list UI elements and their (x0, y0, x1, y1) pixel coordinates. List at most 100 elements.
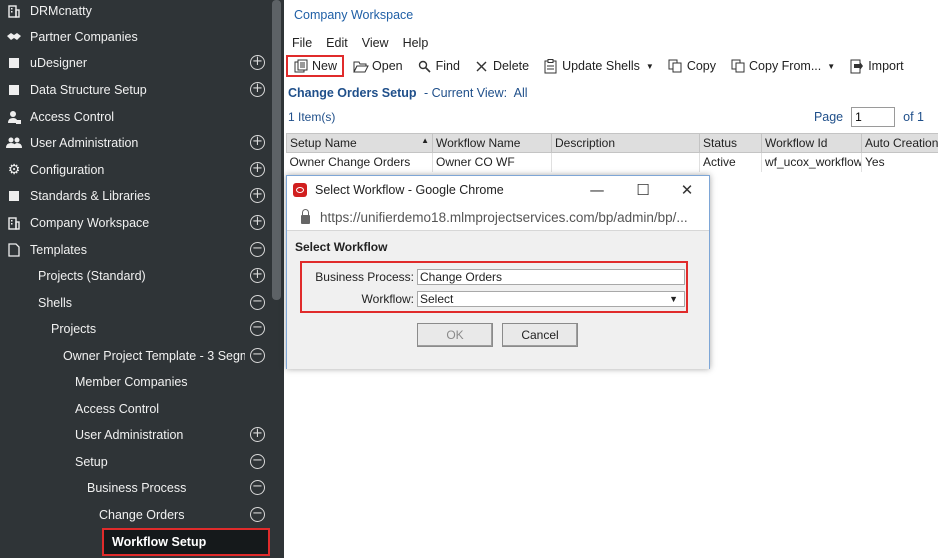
sidebar-item-access-control[interactable]: Access Control (0, 104, 271, 130)
sidebar-scrollbar[interactable] (272, 0, 281, 300)
workflow-select[interactable]: Select ▼ (417, 291, 685, 307)
chevron-down-icon[interactable]: ▼ (827, 62, 835, 71)
business-process-row: Business Process: Change Orders (302, 267, 686, 287)
page-number-input[interactable] (851, 107, 896, 127)
expand-icon[interactable]: + (250, 162, 265, 177)
sidebar-item-label: Workflow Setup (112, 535, 207, 549)
update-shells-label: Update Shells (562, 59, 640, 73)
column-header[interactable]: Status (699, 133, 762, 153)
column-header[interactable]: Workflow Name (432, 133, 552, 153)
document-icon (6, 242, 22, 258)
update-shells-button[interactable]: Update Shells ▼ (538, 55, 659, 77)
sidebar-item-drmcnatty[interactable]: DRMcnatty (0, 0, 271, 24)
sidebar-item-udesigner[interactable]: uDesigner + (0, 50, 271, 76)
sidebar-item-access-control-sub[interactable]: Access Control (0, 396, 271, 422)
sidebar-item-owner-project-template[interactable]: Owner Project Template - 3 Segm... − (0, 343, 271, 369)
collapse-icon[interactable]: − (250, 507, 265, 522)
maximize-button[interactable]: ☐ (629, 180, 657, 200)
search-icon (417, 58, 433, 74)
new-button[interactable]: New (286, 55, 345, 77)
sidebar-item-templates[interactable]: Templates − (0, 237, 271, 263)
menu-edit[interactable]: Edit (326, 36, 348, 50)
dialog-heading: Select Workflow (295, 240, 388, 254)
current-view-value[interactable]: All (514, 86, 528, 100)
dialog-titlebar[interactable]: Select Workflow - Google Chrome — ☐ ✕ (287, 176, 709, 204)
column-header[interactable]: Description (551, 133, 700, 153)
column-header[interactable]: Auto Creation (861, 133, 938, 153)
cell-description (551, 152, 700, 172)
ok-button[interactable]: OK (417, 323, 493, 347)
clipboard-icon (543, 58, 559, 74)
workspace-title[interactable]: Company Workspace (294, 8, 413, 22)
sidebar-item-standards-libraries[interactable]: Standards & Libraries + (0, 183, 271, 209)
expand-icon[interactable]: + (250, 188, 265, 203)
expand-icon[interactable]: + (250, 215, 265, 230)
expand-icon[interactable]: + (250, 268, 265, 283)
grid-header-row: Setup Name ▲ Workflow Name Description St… (286, 133, 938, 153)
workflow-row: Workflow: Select ▼ (302, 289, 686, 309)
sidebar-item-label: User Administration (30, 136, 139, 150)
workflow-form: Business Process: Change Orders Workflow… (300, 261, 688, 313)
sidebar-item-projects[interactable]: Projects − (0, 316, 271, 342)
menu-file[interactable]: File (292, 36, 312, 50)
sidebar-item-label: Change Orders (99, 508, 185, 522)
expand-icon[interactable]: + (250, 55, 265, 70)
cancel-button[interactable]: Cancel (502, 323, 578, 347)
sidebar-item-label: Company Workspace (30, 216, 150, 230)
sidebar-item-setup[interactable]: Setup − (0, 449, 271, 475)
import-button[interactable]: Import (844, 55, 908, 77)
sidebar-item-configuration[interactable]: ⚙ Configuration + (0, 157, 271, 183)
sidebar-item-member-companies[interactable]: Member Companies (0, 369, 271, 395)
gear-icon: ⚙ (7, 162, 21, 178)
page-of-label: of 1 (903, 110, 924, 124)
sidebar-item-change-orders[interactable]: Change Orders − (0, 502, 271, 528)
collapse-icon[interactable]: − (250, 295, 265, 310)
delete-button[interactable]: Delete (469, 55, 534, 77)
collapse-icon[interactable]: − (250, 242, 265, 257)
column-header[interactable]: Workflow Id (761, 133, 862, 153)
sidebar-item-user-administration[interactable]: User Administration + (0, 130, 271, 156)
sidebar-item-shells[interactable]: Shells − (0, 290, 271, 316)
collapse-icon[interactable]: − (250, 480, 265, 495)
pager: Page of 1 (814, 107, 924, 127)
expand-icon[interactable]: + (250, 135, 265, 150)
expand-icon[interactable]: + (250, 427, 265, 442)
sort-ascending-icon[interactable]: ▲ (421, 136, 429, 145)
square-icon (6, 82, 22, 98)
find-label: Find (435, 59, 460, 73)
collapse-icon[interactable]: − (250, 321, 265, 336)
chevron-down-icon[interactable]: ▼ (646, 62, 654, 71)
open-button[interactable]: Open (348, 55, 408, 77)
table-row[interactable]: Owner Change Orders Owner CO WF Active w… (286, 152, 938, 172)
import-icon (849, 58, 865, 74)
column-header[interactable]: Setup Name ▲ (286, 133, 433, 153)
cell-auto-creation: Yes (861, 152, 938, 172)
collapse-icon[interactable]: − (250, 348, 265, 363)
minimize-button[interactable]: — (583, 180, 611, 200)
sidebar-item-data-structure-setup[interactable]: Data Structure Setup + (0, 77, 271, 103)
cell-workflow-name: Owner CO WF (432, 152, 552, 172)
menu-view[interactable]: View (362, 36, 389, 50)
expand-icon[interactable]: + (250, 82, 265, 97)
sidebar-item-projects-standard[interactable]: Projects (Standard) + (0, 263, 271, 289)
sidebar-item-label: Shells (38, 296, 73, 310)
find-button[interactable]: Find (412, 55, 465, 77)
collapse-icon[interactable]: − (250, 454, 265, 469)
sidebar-item-workflow-setup[interactable]: Workflow Setup (102, 528, 270, 556)
sidebar-item-label: Partner Companies (30, 30, 138, 44)
sidebar-item-company-workspace[interactable]: Company Workspace + (0, 210, 271, 236)
copy-from-button[interactable]: Copy From... ▼ (725, 55, 840, 77)
sidebar-item-label: Projects (Standard) (38, 269, 146, 283)
copy-button[interactable]: Copy (663, 55, 721, 77)
browser-app-icon (293, 183, 307, 197)
lock-icon (301, 208, 310, 224)
copy-from-label: Copy From... (749, 59, 822, 73)
sidebar-item-user-administration-sub[interactable]: User Administration + (0, 422, 271, 448)
close-button[interactable]: ✕ (673, 180, 701, 200)
sidebar-item-business-process[interactable]: Business Process − (0, 475, 271, 501)
menu-help[interactable]: Help (403, 36, 429, 50)
dialog-body: Select Workflow Business Process: Change… (287, 230, 709, 369)
sidebar-item-label: Owner Project Template - 3 Segm... (63, 349, 245, 363)
sidebar-item-partner-companies[interactable]: Partner Companies (0, 24, 271, 50)
user-lock-icon (6, 109, 22, 125)
